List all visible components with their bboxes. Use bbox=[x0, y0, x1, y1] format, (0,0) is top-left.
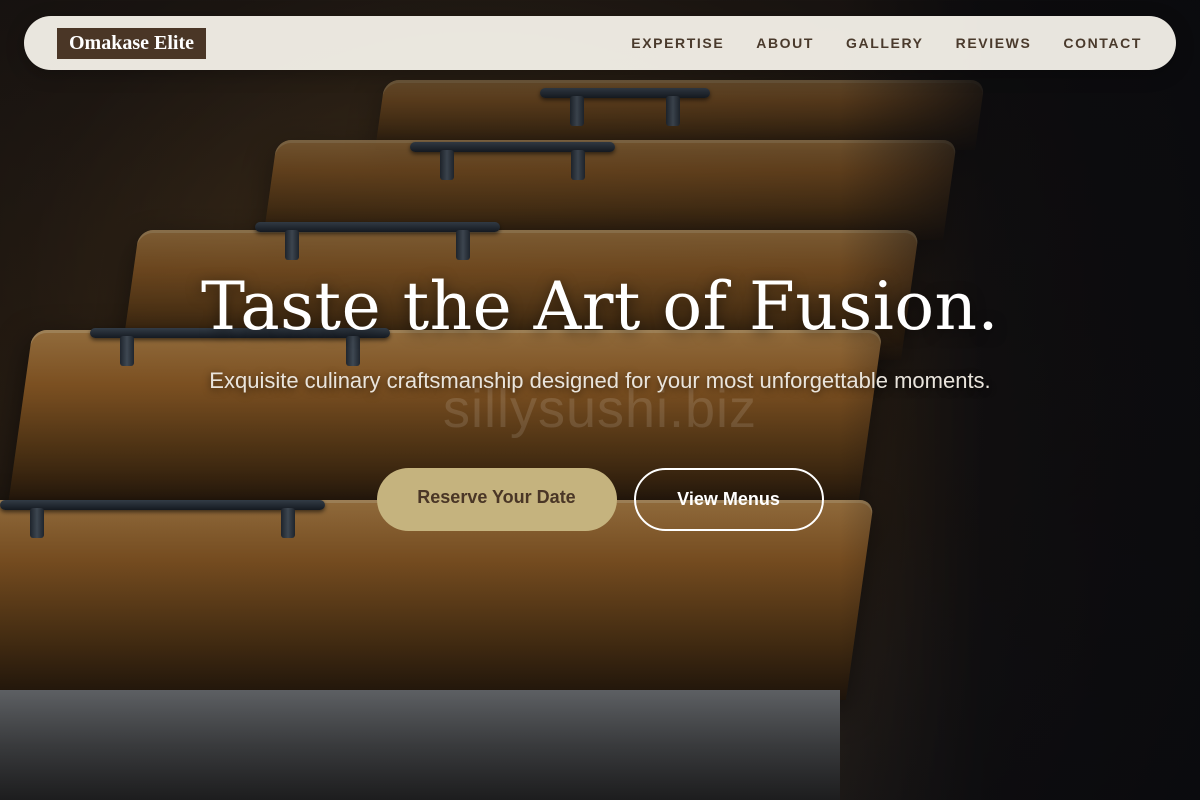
nav-link-contact[interactable]: CONTACT bbox=[1063, 35, 1142, 51]
nav-link-gallery[interactable]: GALLERY bbox=[846, 35, 924, 51]
hero-buttons: Reserve Your Date View Menus bbox=[0, 468, 1200, 531]
nav-link-about[interactable]: ABOUT bbox=[756, 35, 814, 51]
hero-content: Taste the Art of Fusion. Exquisite culin… bbox=[0, 265, 1200, 397]
brand-logo[interactable]: Omakase Elite bbox=[57, 27, 206, 59]
hero-section: Omakase Elite EXPERTISE ABOUT GALLERY RE… bbox=[0, 0, 1200, 800]
hero-subtitle: Exquisite culinary craftsmanship designe… bbox=[209, 368, 991, 393]
nav-link-reviews[interactable]: REVIEWS bbox=[956, 35, 1032, 51]
reserve-date-button[interactable]: Reserve Your Date bbox=[376, 468, 617, 531]
view-menus-button[interactable]: View Menus bbox=[633, 468, 824, 531]
nav-links: EXPERTISE ABOUT GALLERY REVIEWS CONTACT bbox=[631, 35, 1142, 51]
hero-title: Taste the Art of Fusion. bbox=[200, 268, 1000, 345]
top-navbar: Omakase Elite EXPERTISE ABOUT GALLERY RE… bbox=[24, 16, 1176, 70]
nav-link-expertise[interactable]: EXPERTISE bbox=[631, 35, 724, 51]
